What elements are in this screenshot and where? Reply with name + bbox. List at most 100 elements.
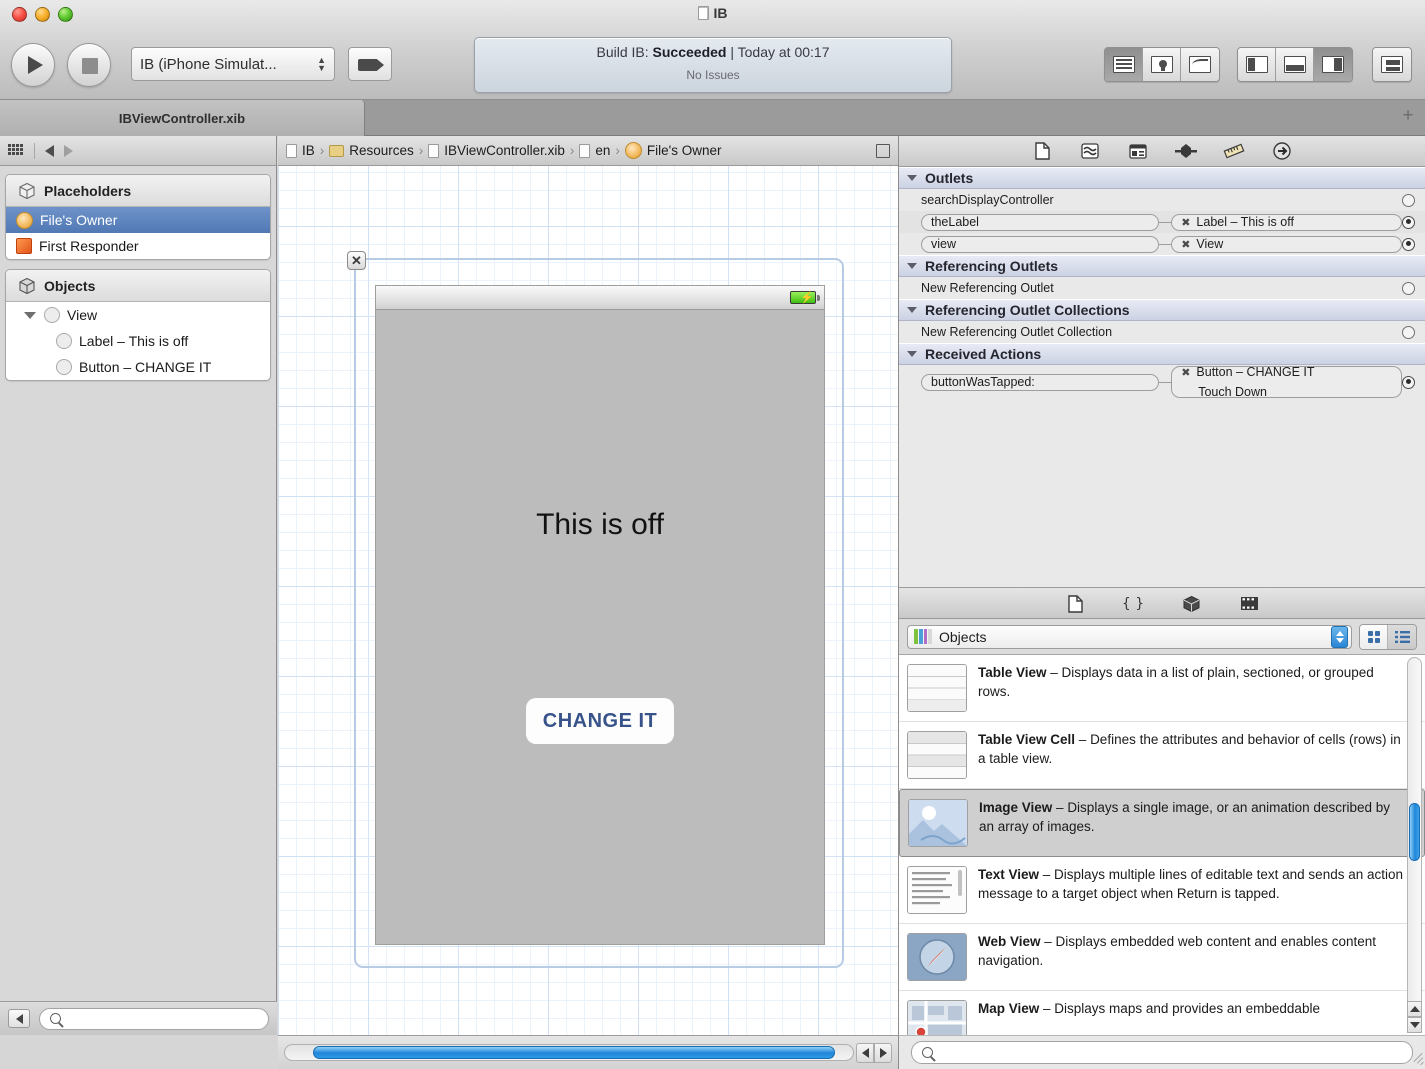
breadcrumb-item-ib[interactable]: IB [302, 143, 315, 158]
connection-circle-icon[interactable] [1402, 193, 1415, 207]
canvas-label[interactable]: This is off [376, 508, 824, 542]
hide-jump-bar-icon[interactable] [876, 143, 890, 158]
assistant-editor-button[interactable] [1143, 48, 1181, 81]
connection-target-pill[interactable]: ✖ View [1171, 235, 1402, 253]
version-editor-button[interactable] [1181, 48, 1219, 81]
scheme-selector[interactable]: IB (iPhone Simulat... ▲ ▼ [131, 47, 335, 81]
library-item-map-view[interactable]: Map View – Displays maps and provides an… [899, 991, 1425, 1035]
view-object[interactable]: ⚡ This is off CHANGE IT [375, 285, 825, 945]
library-item-web-view[interactable]: Web View – Displays embedded web content… [899, 924, 1425, 991]
identity-inspector-tab[interactable] [1127, 142, 1149, 160]
connections-inspector-tab[interactable] [1271, 142, 1293, 160]
file-template-library-tab[interactable] [1064, 594, 1086, 613]
attributes-inspector-tab[interactable] [1175, 142, 1197, 160]
scroll-down-button[interactable] [1407, 1017, 1422, 1033]
breakpoints-button[interactable] [348, 47, 392, 81]
connection-well[interactable] [1402, 215, 1415, 229]
jump-bar-grid-icon[interactable] [8, 144, 24, 157]
breadcrumb-item-xib[interactable]: IBViewController.xib [444, 143, 565, 158]
scroll-thumb[interactable] [1409, 803, 1420, 861]
view-canvas-frame[interactable]: ✕ ⚡ This is off CHANGE IT [347, 251, 844, 968]
library-item-list[interactable]: Table View – Displays data in a list of … [899, 655, 1425, 1035]
library-item-image-view[interactable]: Image View – Displays a single image, or… [899, 789, 1425, 857]
navigator-filter-input[interactable] [39, 1007, 269, 1030]
scroll-left-button[interactable] [856, 1042, 874, 1063]
quick-help-inspector-tab[interactable] [1079, 142, 1101, 160]
library-category-select[interactable]: Objects [907, 624, 1352, 649]
toggle-navigator-button[interactable] [1238, 48, 1276, 81]
canvas-horizontal-scrollbar[interactable] [278, 1035, 898, 1069]
tab-ibviewcontroller-xib[interactable]: IBViewController.xib [0, 100, 365, 136]
outline-item-view[interactable]: View [6, 302, 270, 328]
disclosure-triangle-icon[interactable] [907, 263, 917, 269]
outline-item-label-node[interactable]: Label – This is off [6, 328, 270, 354]
connection-target-pill[interactable]: ✖ Button – CHANGE IT Touch Down [1171, 365, 1402, 399]
outline-item-first-responder[interactable]: First Responder [6, 233, 270, 259]
connection-well[interactable] [1402, 375, 1415, 389]
disconnect-icon[interactable]: ✖ [1181, 238, 1190, 251]
media-library-tab[interactable] [1238, 595, 1260, 613]
breadcrumb-item-resources[interactable]: Resources [349, 143, 414, 158]
connection-row[interactable]: buttonWasTapped: ✖ Button – CHANGE IT Tou… [899, 365, 1425, 399]
connection-filled-circle-icon[interactable] [1402, 215, 1415, 229]
breadcrumb-item-files-owner[interactable]: File's Owner [647, 143, 722, 158]
stop-button[interactable] [67, 43, 111, 87]
toggle-utilities-button[interactable] [1314, 48, 1352, 81]
standard-editor-button[interactable] [1105, 48, 1143, 81]
connection-row[interactable]: searchDisplayController [899, 189, 1425, 211]
disclosure-triangle-icon[interactable] [907, 175, 917, 181]
section-header-referencing-outlet-collections[interactable]: Referencing Outlet Collections [899, 299, 1425, 321]
connection-filled-circle-icon[interactable] [1402, 375, 1415, 389]
close-icon[interactable]: ✕ [347, 251, 366, 270]
outline-item-files-owner[interactable]: File's Owner [6, 207, 270, 233]
scroll-thumb[interactable] [313, 1046, 835, 1059]
connection-name-pill[interactable]: theLabel [921, 213, 1159, 231]
library-vertical-scrollbar[interactable] [1407, 657, 1422, 1011]
connection-filled-circle-icon[interactable] [1402, 237, 1415, 251]
connection-row[interactable]: New Referencing Outlet Collection [899, 321, 1425, 343]
connection-name-pill[interactable]: view [921, 235, 1159, 253]
grid-view-button[interactable] [1360, 624, 1388, 649]
disclosure-triangle-icon[interactable] [24, 311, 36, 319]
file-inspector-tab[interactable] [1031, 142, 1053, 160]
organizer-button[interactable] [1373, 48, 1411, 81]
interface-builder-canvas[interactable]: ✕ ⚡ This is off CHANGE IT [278, 136, 898, 1035]
library-item-text-view[interactable]: Text View – Displays multiple lines of e… [899, 857, 1425, 924]
chevron-updown-icon[interactable] [1331, 625, 1348, 648]
connection-well[interactable] [1402, 325, 1415, 339]
connection-well[interactable] [1402, 237, 1415, 251]
disconnect-icon[interactable]: ✖ [1181, 366, 1190, 379]
disclosure-triangle-icon[interactable] [907, 351, 917, 357]
canvas-button[interactable]: CHANGE IT [526, 698, 674, 744]
scroll-up-button[interactable] [1407, 1001, 1422, 1017]
new-tab-button[interactable]: + [1400, 106, 1416, 125]
resize-grip-icon[interactable] [1410, 1052, 1424, 1067]
library-search-input[interactable] [911, 1041, 1413, 1064]
connection-well[interactable] [1402, 281, 1415, 295]
connection-target-pill[interactable]: ✖ Label – This is off [1171, 213, 1402, 231]
outline-item-button-node[interactable]: Button – CHANGE IT [6, 354, 270, 380]
toggle-debug-button[interactable] [1276, 48, 1314, 81]
disclosure-triangle-icon[interactable] [907, 307, 917, 313]
section-header-outlets[interactable]: Outlets [899, 167, 1425, 189]
connection-name-pill[interactable]: buttonWasTapped: [921, 373, 1159, 391]
run-button[interactable] [11, 43, 55, 87]
list-view-button[interactable] [1388, 624, 1416, 649]
connection-row[interactable]: view ✖ View [899, 233, 1425, 255]
connection-row[interactable]: New Referencing Outlet [899, 277, 1425, 299]
library-item-table-view-cell[interactable]: Table View Cell – Defines the attributes… [899, 722, 1425, 789]
connection-circle-icon[interactable] [1402, 281, 1415, 295]
breadcrumb-item-en[interactable]: en [595, 143, 610, 158]
connection-well[interactable] [1402, 193, 1415, 207]
scroll-track[interactable] [284, 1044, 854, 1061]
back-arrow-icon[interactable] [45, 144, 54, 157]
object-library-tab[interactable] [1180, 595, 1202, 613]
section-header-referencing-outlets[interactable]: Referencing Outlets [899, 255, 1425, 277]
hide-navigator-button[interactable] [8, 1009, 30, 1028]
connection-row[interactable]: theLabel ✖ Label – This is off [899, 211, 1425, 233]
section-header-received-actions[interactable]: Received Actions [899, 343, 1425, 365]
connection-circle-icon[interactable] [1402, 325, 1415, 339]
code-snippet-library-tab[interactable]: { } [1122, 595, 1144, 613]
disconnect-icon[interactable]: ✖ [1181, 216, 1190, 229]
activity-status[interactable]: Build IB: Succeeded | Today at 00:17 No … [474, 37, 952, 93]
